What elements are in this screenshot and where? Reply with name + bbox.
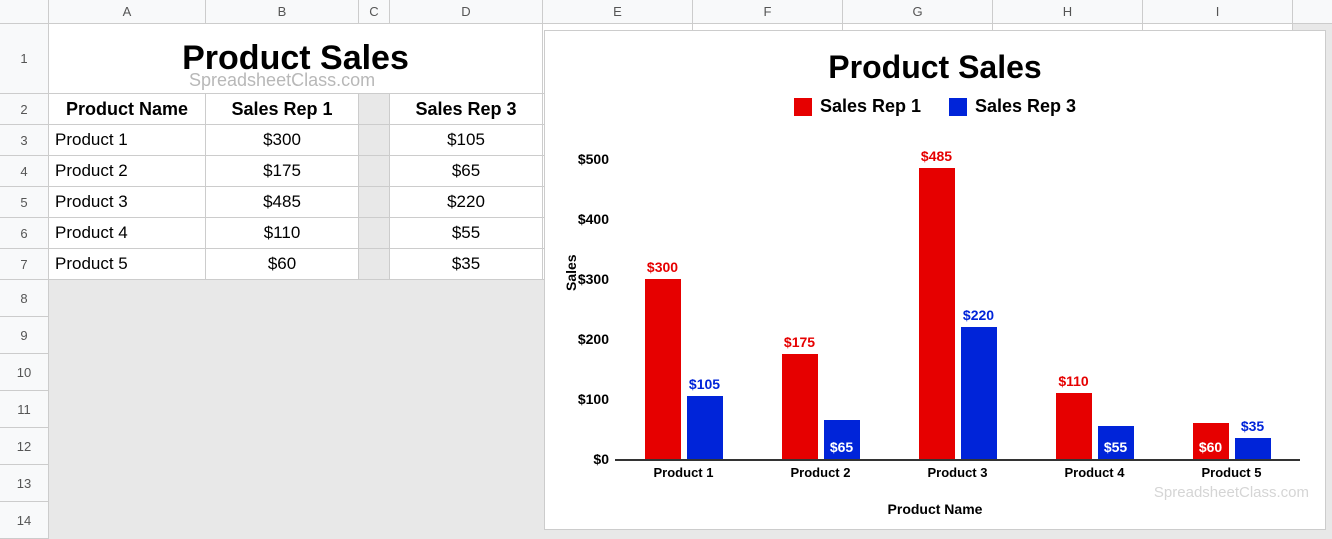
row-header[interactable]: 3 (0, 125, 49, 156)
table-cell-product-name[interactable]: Product 1 (49, 125, 206, 156)
table-cell-rep3[interactable]: $35 (390, 249, 543, 280)
table-cell-rep1[interactable]: $300 (206, 125, 359, 156)
table-cell-rep1[interactable]: $485 (206, 187, 359, 218)
row-header[interactable]: 10 (0, 354, 49, 391)
legend-item-rep1: Sales Rep 1 (794, 96, 921, 117)
empty-cell[interactable] (359, 94, 390, 125)
table-cell-rep1[interactable]: $60 (206, 249, 359, 280)
legend-swatch-icon (794, 98, 812, 116)
legend-swatch-icon (949, 98, 967, 116)
column-header[interactable]: H (993, 0, 1143, 23)
chart-bar (1235, 438, 1271, 459)
row-header[interactable]: 9 (0, 317, 49, 354)
chart-bar-label: $300 (639, 259, 687, 275)
chart-y-tick: $400 (578, 211, 615, 227)
table-cell-product-name[interactable]: Product 2 (49, 156, 206, 187)
table-cell-rep1[interactable]: $175 (206, 156, 359, 187)
chart-bar-label: $105 (681, 376, 729, 392)
chart-category-label: Product 2 (771, 465, 871, 480)
empty-cell[interactable] (359, 156, 390, 187)
chart-y-tick: $500 (578, 151, 615, 167)
table-header-rep1[interactable]: Sales Rep 1 (206, 94, 359, 125)
row-header[interactable]: 12 (0, 428, 49, 465)
chart-bar-label: $60 (1193, 439, 1229, 455)
chart-plot-area: $0$100$200$300$400$500Product 1$300$105P… (615, 159, 1300, 459)
chart-y-tick: $200 (578, 331, 615, 347)
column-header[interactable]: B (206, 0, 359, 23)
chart-y-tick: $300 (578, 271, 615, 287)
legend-item-rep3: Sales Rep 3 (949, 96, 1076, 117)
empty-cell[interactable] (359, 125, 390, 156)
table-header-product-name[interactable]: Product Name (49, 94, 206, 125)
row-header-column: 1234567891011121314 (0, 24, 49, 539)
row-header[interactable]: 2 (0, 94, 49, 125)
chart-category-label: Product 5 (1182, 465, 1282, 480)
column-header[interactable]: G (843, 0, 993, 23)
column-header[interactable]: E (543, 0, 693, 23)
chart-category-label: Product 3 (908, 465, 1008, 480)
chart-bar-label: $55 (1098, 439, 1134, 455)
column-header[interactable]: A (49, 0, 206, 23)
table-header-rep3[interactable]: Sales Rep 3 (390, 94, 543, 125)
chart-baseline (615, 459, 1300, 461)
table-cell-product-name[interactable]: Product 5 (49, 249, 206, 280)
row-header[interactable]: 5 (0, 187, 49, 218)
chart-bar-label: $35 (1229, 418, 1277, 434)
chart-bar-label: $65 (824, 439, 860, 455)
chart-bar-label: $220 (955, 307, 1003, 323)
column-header[interactable]: D (390, 0, 543, 23)
chart-watermark: SpreadsheetClass.com (1154, 484, 1309, 501)
empty-cell[interactable] (359, 218, 390, 249)
chart-bar (782, 354, 818, 459)
table-cell-product-name[interactable]: Product 4 (49, 218, 206, 249)
chart-bar-label: $110 (1050, 373, 1098, 389)
chart-y-tick: $100 (578, 391, 615, 407)
chart-title: Product Sales (545, 49, 1325, 86)
chart-y-axis-label: Sales (563, 254, 579, 291)
row-header[interactable]: 1 (0, 24, 49, 94)
column-header[interactable]: C (359, 0, 390, 23)
chart-bar (961, 327, 997, 459)
table-cell-rep1[interactable]: $110 (206, 218, 359, 249)
row-header[interactable]: 4 (0, 156, 49, 187)
chart-y-tick: $0 (593, 451, 615, 467)
chart-bar (645, 279, 681, 459)
chart-category-label: Product 1 (634, 465, 734, 480)
row-header[interactable]: 6 (0, 218, 49, 249)
column-header[interactable]: I (1143, 0, 1293, 23)
row-header[interactable]: 13 (0, 465, 49, 502)
chart-bar (687, 396, 723, 459)
empty-cell[interactable] (359, 187, 390, 218)
column-header-row: ABCDEFGHI (0, 0, 1332, 24)
row-header[interactable]: 7 (0, 249, 49, 280)
table-cell-rep3[interactable]: $220 (390, 187, 543, 218)
chart-category-label: Product 4 (1045, 465, 1145, 480)
row-header[interactable]: 11 (0, 391, 49, 428)
chart-x-axis-label: Product Name (545, 501, 1325, 517)
legend-label: Sales Rep 1 (820, 96, 921, 117)
table-cell-rep3[interactable]: $105 (390, 125, 543, 156)
table-cell-rep3[interactable]: $65 (390, 156, 543, 187)
empty-cell[interactable] (359, 249, 390, 280)
chart-bar-label: $485 (913, 148, 961, 164)
table-cell-rep3[interactable]: $55 (390, 218, 543, 249)
chart-bar (919, 168, 955, 459)
table-cell-product-name[interactable]: Product 3 (49, 187, 206, 218)
chart-bar-label: $175 (776, 334, 824, 350)
chart-container[interactable]: Product Sales Sales Rep 1 Sales Rep 3 Sa… (544, 30, 1326, 530)
column-header[interactable]: F (693, 0, 843, 23)
row-header[interactable]: 14 (0, 502, 49, 539)
chart-bar (1056, 393, 1092, 459)
corner-cell (0, 0, 49, 23)
chart-legend: Sales Rep 1 Sales Rep 3 (545, 96, 1325, 117)
legend-label: Sales Rep 3 (975, 96, 1076, 117)
table-watermark: SpreadsheetClass.com (189, 70, 375, 91)
row-header[interactable]: 8 (0, 280, 49, 317)
